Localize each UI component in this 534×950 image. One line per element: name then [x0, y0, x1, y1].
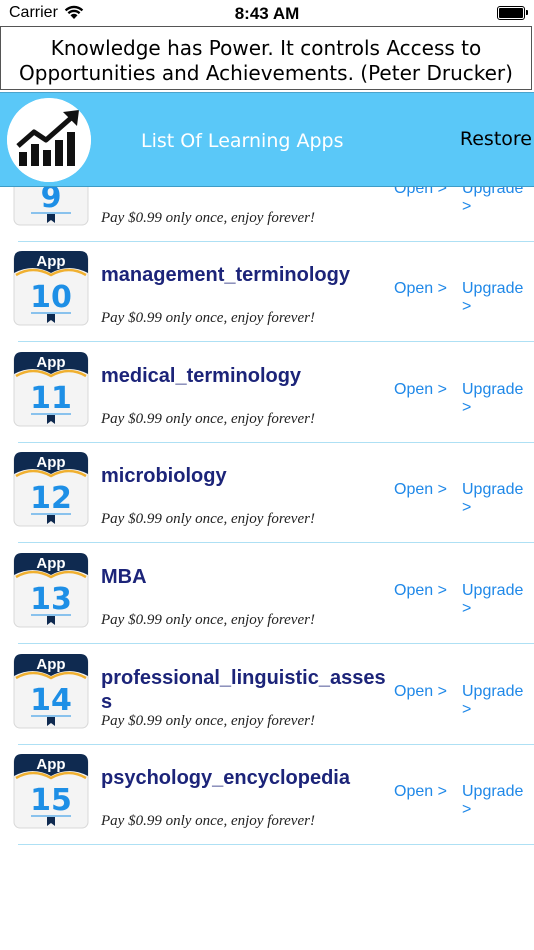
svg-text:12: 12: [30, 481, 72, 516]
header-title: List Of Learning Apps: [141, 130, 344, 152]
open-button[interactable]: Open >: [394, 582, 447, 600]
app-title: professional_linguistic_assess: [101, 666, 386, 713]
status-bar: Carrier 8:43 AM: [0, 0, 534, 26]
svg-text:15: 15: [30, 783, 72, 818]
svg-text:App: App: [36, 253, 65, 270]
open-button[interactable]: Open >: [394, 381, 447, 399]
upgrade-button[interactable]: Upgrade >: [462, 683, 534, 719]
list-item[interactable]: App 12 microbiology Pay $0.99 only once,…: [0, 442, 534, 544]
quote-line-1: Knowledge has Power. It controls Access …: [50, 36, 482, 60]
open-button[interactable]: Open >: [394, 481, 447, 499]
svg-text:App: App: [36, 656, 65, 673]
svg-text:App: App: [36, 354, 65, 371]
svg-text:10: 10: [30, 280, 72, 315]
upgrade-button[interactable]: Upgrade >: [462, 783, 534, 819]
app-book-icon: App 15: [13, 754, 89, 829]
svg-text:App: App: [36, 454, 65, 471]
app-title: microbiology: [101, 465, 227, 488]
app-title: MBA: [101, 566, 147, 588]
upgrade-button[interactable]: Upgrade >: [462, 481, 534, 517]
open-button[interactable]: Open >: [394, 783, 447, 801]
open-button[interactable]: Open >: [394, 683, 447, 701]
list-item[interactable]: App 10 management_terminology Pay $0.99 …: [0, 241, 534, 343]
quote-banner: Knowledge has Power. It controls Access …: [0, 26, 532, 90]
svg-text:13: 13: [30, 582, 72, 617]
app-book-icon: App 13: [13, 553, 89, 628]
app-price: Pay $0.99 only once, enjoy forever!: [101, 612, 315, 628]
header-bar: List Of Learning Apps Restore: [0, 92, 534, 187]
svg-text:App: App: [36, 756, 65, 773]
battery-icon: [497, 6, 528, 20]
app-title: psychology_encyclopedia: [101, 767, 350, 790]
svg-text:14: 14: [30, 683, 72, 718]
upgrade-button[interactable]: Upgrade >: [462, 381, 534, 417]
app-book-icon: App 14: [13, 653, 89, 729]
upgrade-button[interactable]: Upgrade >: [462, 280, 534, 316]
app-price: Pay $0.99 only once, enjoy forever!: [101, 511, 315, 528]
list-item[interactable]: App 13 MBA Pay $0.99 only once, enjoy fo…: [0, 543, 534, 644]
svg-text:11: 11: [30, 381, 72, 416]
app-book-icon: App 11: [13, 351, 89, 427]
list-item[interactable]: App 14 professional_linguistic_assess Pa…: [0, 644, 534, 745]
app-title: management_terminology: [101, 264, 350, 287]
app-book-icon: App 12: [13, 452, 89, 527]
upgrade-button[interactable]: Upgrade >: [462, 582, 534, 618]
app-price: Pay $0.99 only once, enjoy forever!: [101, 712, 315, 729]
row-divider: [18, 844, 534, 846]
app-price: Pay $0.99 only once, enjoy forever!: [101, 209, 315, 226]
open-button[interactable]: Open >: [394, 280, 447, 298]
trend-chart-icon: [7, 98, 91, 182]
app-title: medical_terminology: [101, 364, 302, 387]
clock: 8:43 AM: [234, 4, 300, 23]
restore-button[interactable]: Restore: [460, 128, 532, 150]
quote-line-2: Opportunities and Achievements. (Peter D…: [19, 61, 513, 85]
list-item[interactable]: App 15 psychology_encyclopedia Pay $0.99…: [0, 744, 534, 846]
list-item[interactable]: App 11 medical_terminology Pay $0.99 onl…: [0, 342, 534, 443]
app-price: Pay $0.99 only once, enjoy forever!: [101, 813, 315, 830]
app-price: Pay $0.99 only once, enjoy forever!: [101, 310, 315, 327]
app-price: Pay $0.99 only once, enjoy forever!: [101, 410, 315, 427]
app-book-icon: App 10: [13, 251, 89, 326]
app-list[interactable]: App 8 basic_mathematics Pay $0.99 only o…: [0, 92, 534, 950]
svg-text:App: App: [36, 555, 65, 572]
